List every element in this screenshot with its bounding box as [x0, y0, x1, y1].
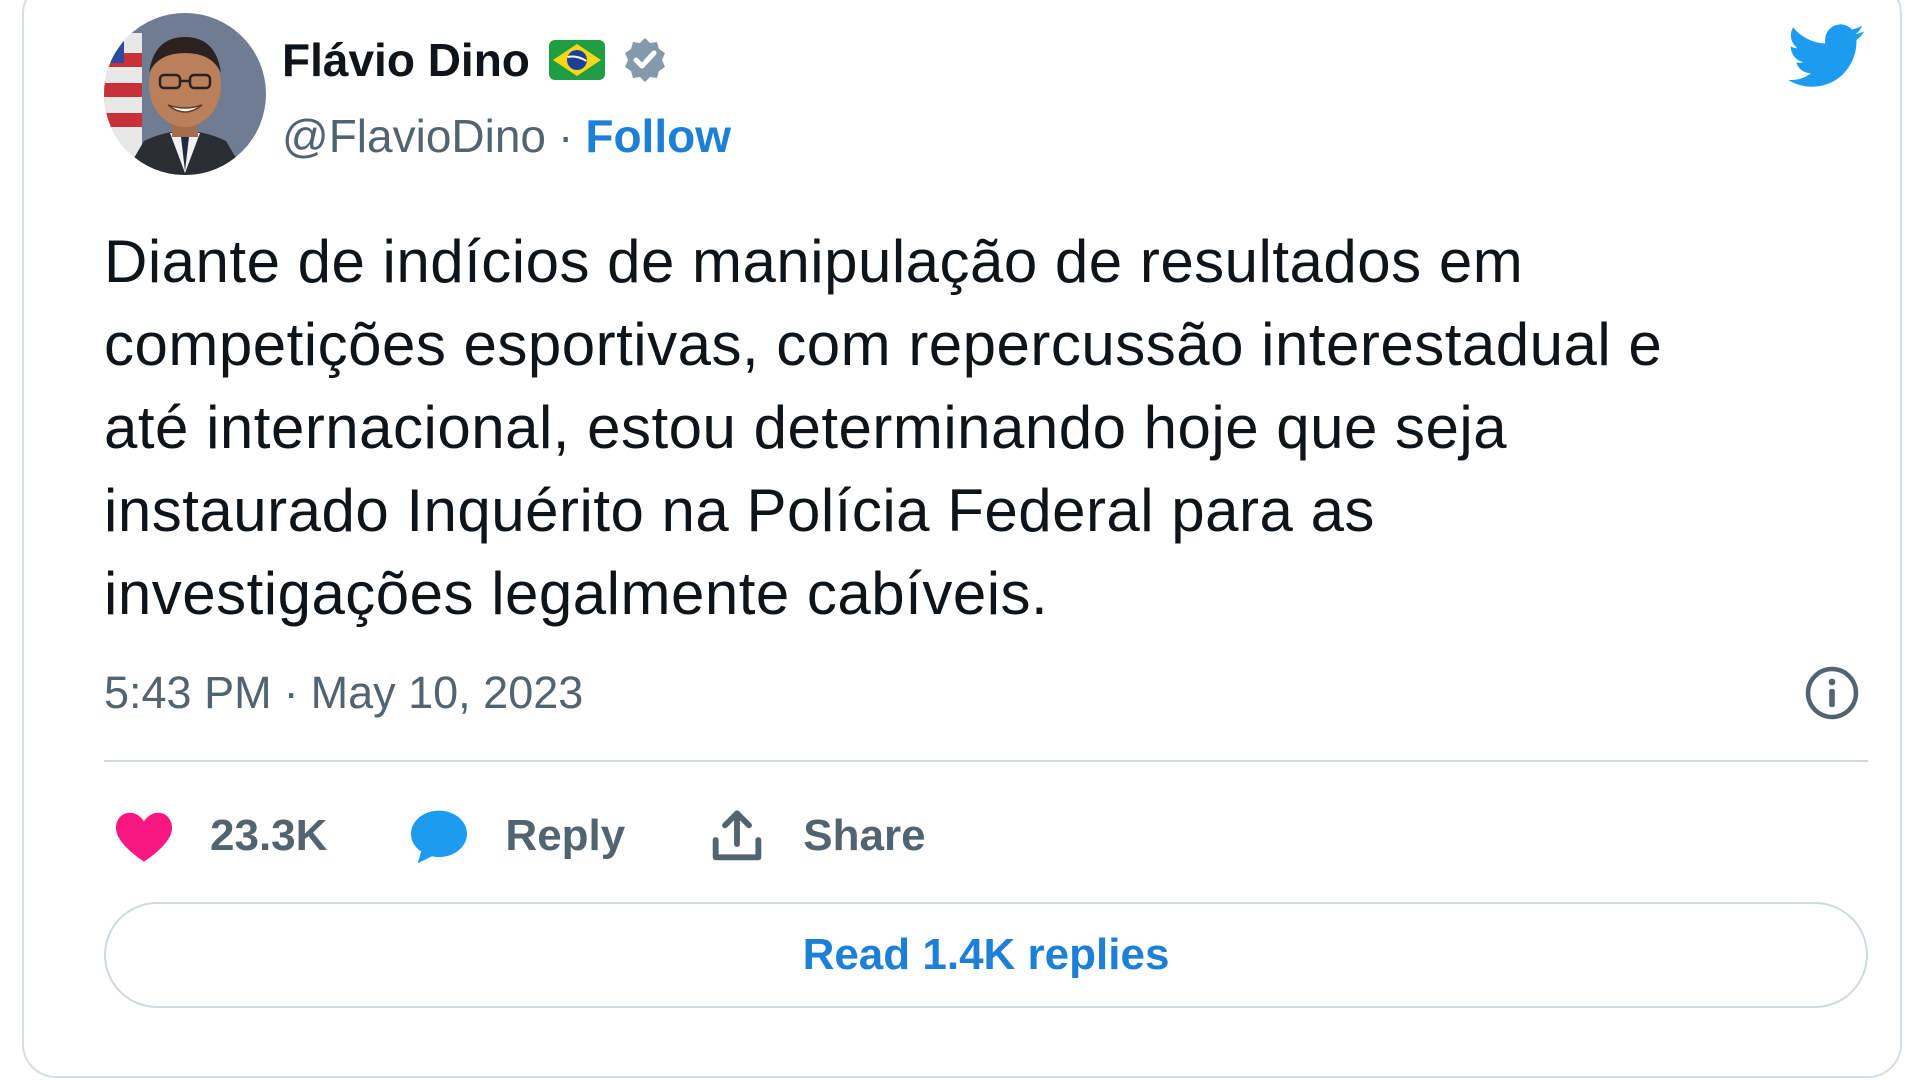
share-upload-icon — [705, 804, 769, 868]
info-icon[interactable] — [1802, 663, 1862, 723]
timestamp-separator: · — [283, 667, 299, 718]
follow-button[interactable]: Follow — [585, 109, 731, 163]
divider — [104, 760, 1868, 762]
author-name-row: Flávio Dino — [282, 32, 670, 88]
avatar-image — [104, 13, 266, 175]
author-handle[interactable]: @FlavioDino — [282, 109, 546, 163]
timestamp-row[interactable]: 5:43 PM · May 10, 2023 — [104, 665, 583, 721]
tweet-time: 5:43 PM — [104, 667, 272, 718]
twitter-bird-icon[interactable] — [1787, 24, 1866, 88]
verified-badge-icon — [620, 35, 670, 85]
reply-label: Reply — [505, 811, 626, 860]
actions-row: 23.3K Reply Share — [104, 800, 926, 872]
like-count: 23.3K — [210, 811, 328, 860]
tweet-card: Flávio Dino @FlavioDino · Follow Diante … — [22, 0, 1902, 1078]
heart-icon — [112, 804, 176, 868]
display-name[interactable]: Flávio Dino — [282, 33, 530, 87]
share-label: Share — [803, 811, 926, 860]
brazil-flag-icon — [548, 39, 606, 81]
tweet-date: May 10, 2023 — [310, 667, 584, 718]
reply-button[interactable]: Reply — [407, 804, 625, 868]
handle-row: @FlavioDino · Follow — [282, 108, 731, 164]
read-replies-button[interactable]: Read 1.4K replies — [104, 902, 1868, 1008]
read-replies-label: Read 1.4K replies — [802, 930, 1170, 979]
avatar[interactable] — [104, 13, 266, 175]
speech-bubble-icon — [407, 804, 471, 868]
tweet-text: Diante de indícios de manipulação de res… — [104, 228, 1663, 627]
handle-separator: · — [558, 110, 574, 162]
like-button[interactable]: 23.3K — [112, 804, 327, 868]
share-button[interactable]: Share — [705, 804, 926, 868]
